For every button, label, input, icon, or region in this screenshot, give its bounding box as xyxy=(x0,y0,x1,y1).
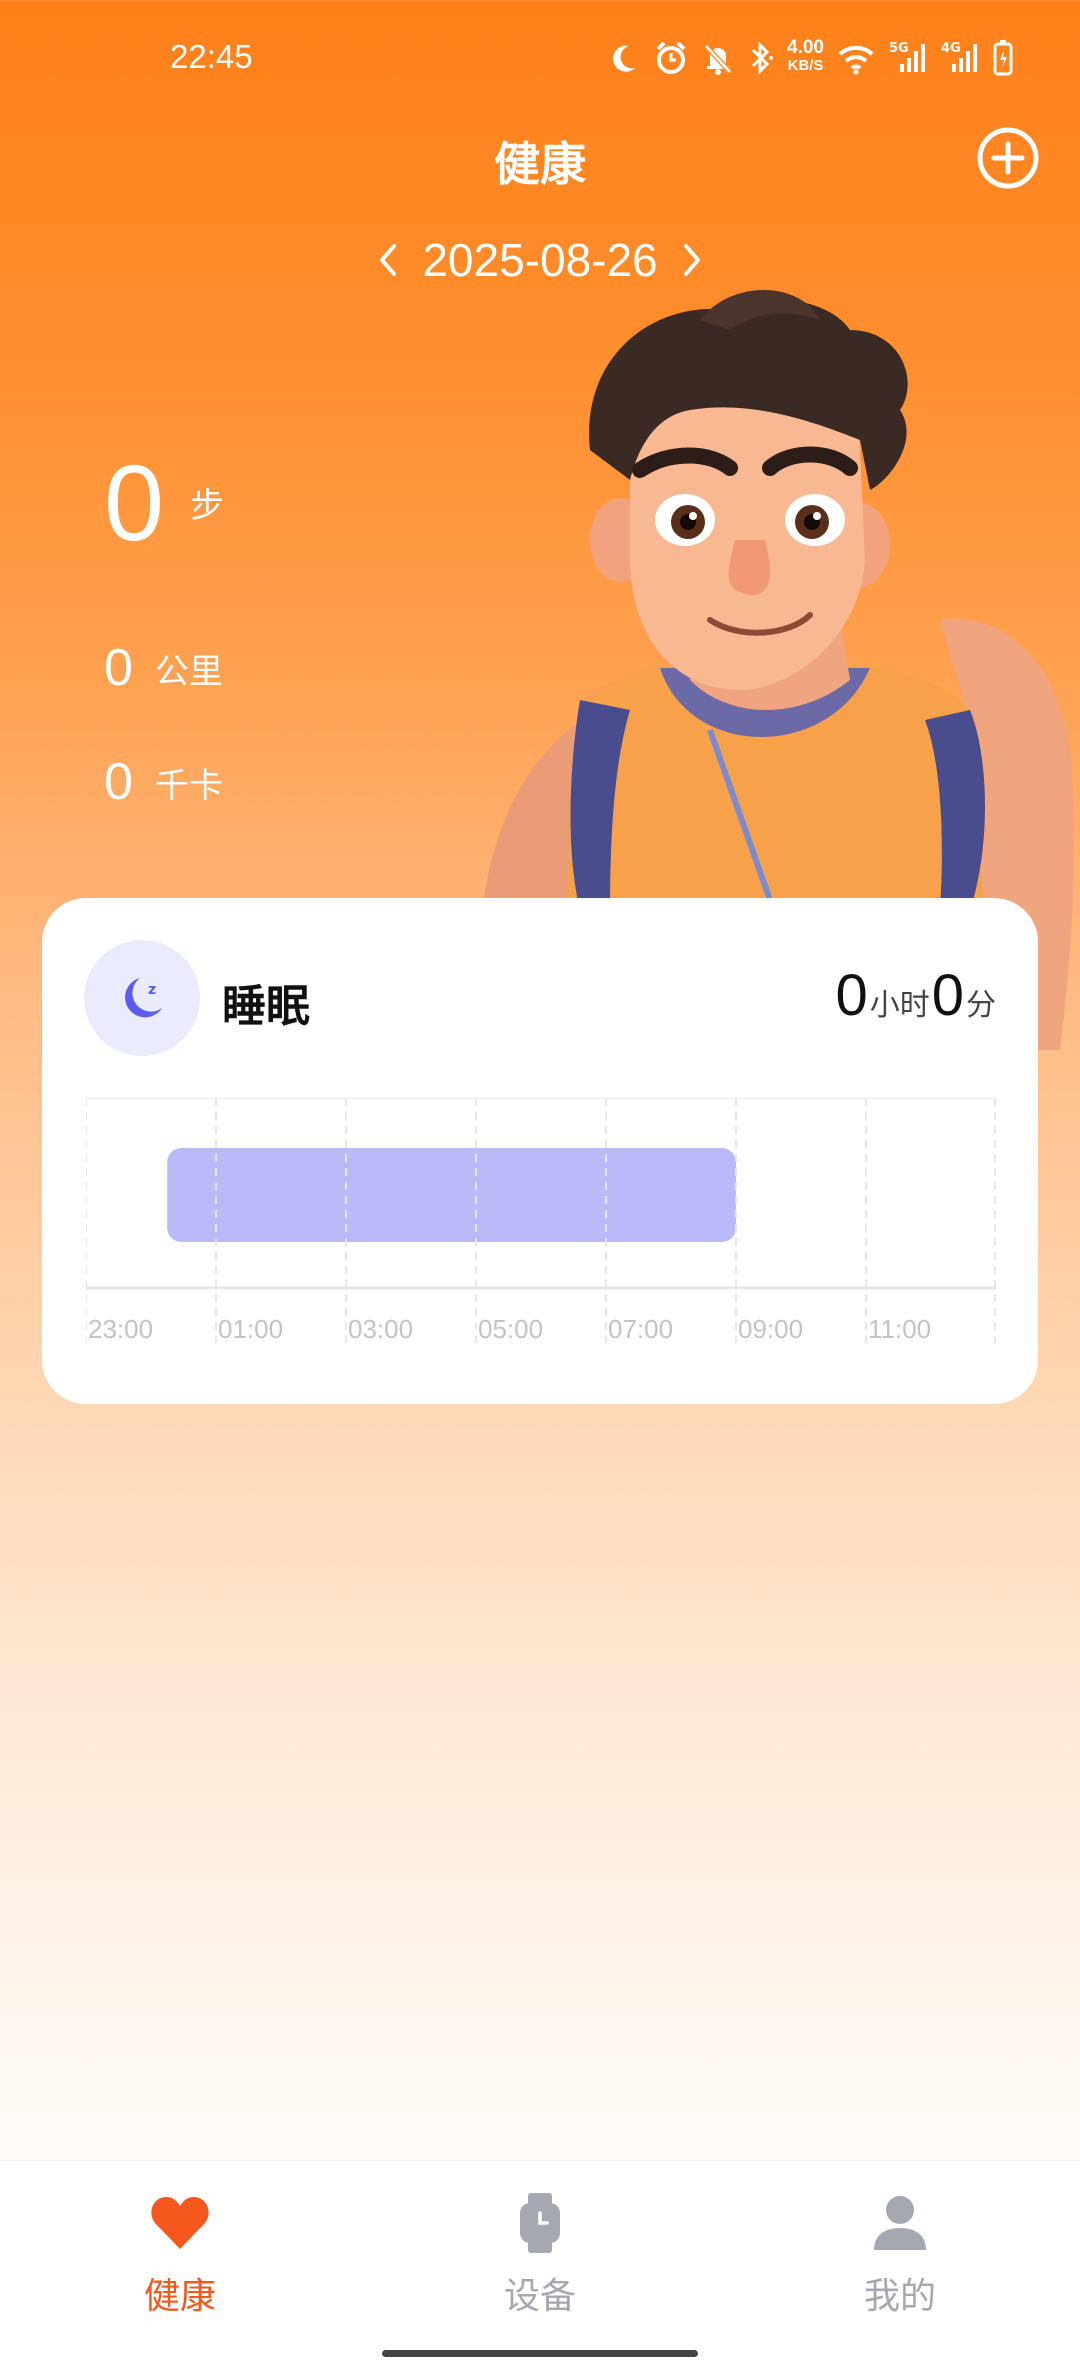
status-time: 22:45 xyxy=(170,38,253,75)
status-icons: 4.00 KB/S 5G 4G xyxy=(607,38,1014,78)
moon-icon xyxy=(607,38,641,78)
calories-unit: 千卡 xyxy=(154,765,223,806)
nav-label-health: 健康 xyxy=(143,2276,216,2317)
sleep-title: 睡眠 xyxy=(222,981,310,1032)
calories-metric: 0 千卡 xyxy=(104,752,223,812)
chart-tick-label: 11:00 xyxy=(868,1314,931,1344)
distance-value: 0 xyxy=(104,639,133,697)
sleep-card[interactable]: z 睡眠 0 小时 0 分 23:00 01:00 03:00 05:00 07:00 0… xyxy=(42,898,1038,1404)
net-speed: 4.00 KB/S xyxy=(787,38,824,78)
nav-label-device: 设备 xyxy=(503,2276,576,2317)
sleep-minutes-unit: 分 xyxy=(966,988,996,1023)
chart-tick-label: 01:00 xyxy=(218,1314,283,1344)
chevron-right-icon xyxy=(683,244,700,276)
steps-value: 0 xyxy=(104,442,165,563)
distance-metric: 0 公里 xyxy=(104,638,223,698)
person-icon xyxy=(872,2191,928,2255)
svg-text:4G: 4G xyxy=(941,41,961,56)
moon-zzz-icon: z xyxy=(125,978,162,1018)
nav-item-device[interactable]: 设备 xyxy=(390,2161,690,2321)
distance-unit: 公里 xyxy=(154,651,223,692)
steps-metric: 0 步 xyxy=(104,440,224,565)
heart-icon xyxy=(149,2191,211,2255)
svg-text:5G: 5G xyxy=(889,41,909,56)
chart-tick-label: 23:00 xyxy=(88,1314,153,1344)
svg-text:z: z xyxy=(148,982,156,998)
chart-tick-label: 05:00 xyxy=(478,1314,543,1344)
alarm-icon xyxy=(653,38,689,78)
steps-unit: 步 xyxy=(190,486,225,526)
sleep-chart: 23:00 01:00 03:00 05:00 07:00 09:00 11:00 xyxy=(86,1098,996,1344)
sleep-hours: 0 xyxy=(835,963,868,1028)
nav-item-mine[interactable]: 我的 xyxy=(750,2161,1050,2321)
bell-off-icon xyxy=(701,38,735,78)
battery-icon xyxy=(992,38,1014,78)
sleep-icon-badge: z xyxy=(84,940,200,1056)
sleep-hours-unit: 小时 xyxy=(869,988,930,1023)
signal-4g-icon: 4G xyxy=(940,38,980,78)
add-button[interactable] xyxy=(976,126,1040,190)
next-day-button[interactable] xyxy=(672,230,712,290)
watch-icon xyxy=(518,2191,562,2255)
chart-tick-label: 09:00 xyxy=(738,1314,803,1344)
bluetooth-icon xyxy=(747,38,775,78)
chevron-left-icon xyxy=(380,244,397,276)
net-speed-value: 4.00 xyxy=(787,37,824,58)
status-bar: 22:45 4.00 KB/S 5G 4G xyxy=(0,0,1080,120)
sleep-minutes: 0 xyxy=(931,963,964,1028)
net-speed-unit: KB/S xyxy=(787,57,824,74)
date-navigator: 2025-08-26 xyxy=(0,230,1080,290)
chart-tick-label: 07:00 xyxy=(608,1314,673,1344)
nav-item-health[interactable]: 健康 xyxy=(30,2161,330,2321)
chart-tick-label: 03:00 xyxy=(348,1314,413,1344)
sleep-bar xyxy=(167,1148,736,1242)
home-indicator xyxy=(382,2350,698,2357)
prev-day-button[interactable] xyxy=(368,230,408,290)
bottom-nav: 健康 设备 我的 xyxy=(0,2160,1080,2377)
nav-label-mine: 我的 xyxy=(863,2276,936,2317)
signal-5g-icon: 5G xyxy=(888,38,928,78)
wifi-icon xyxy=(836,38,876,78)
calories-value: 0 xyxy=(104,753,133,811)
current-date[interactable]: 2025-08-26 xyxy=(422,233,657,287)
page-title: 健康 xyxy=(494,137,586,191)
sleep-duration: 0 小时 0 分 xyxy=(835,962,998,1029)
plus-circle-icon xyxy=(977,127,1039,189)
